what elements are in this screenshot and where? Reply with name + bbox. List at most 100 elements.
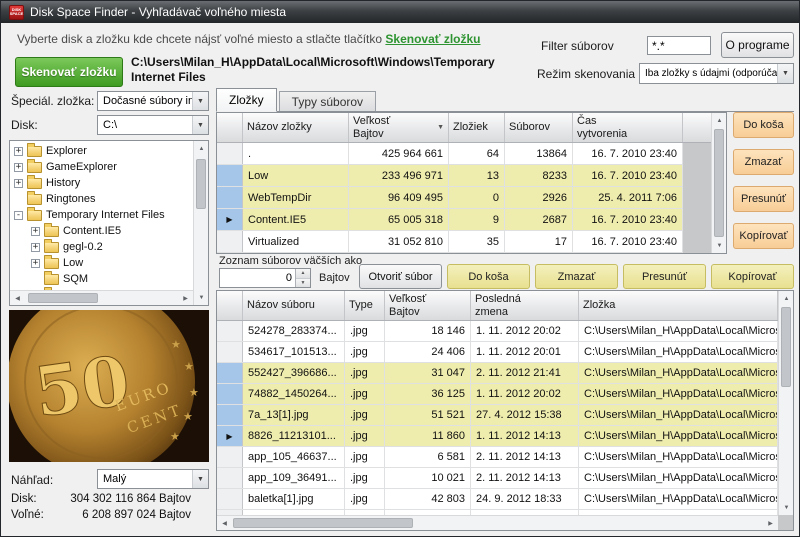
file-row[interactable]: 534617_101513....jpg24 4061. 11. 2012 20… (217, 342, 778, 363)
expand-icon[interactable]: + (14, 147, 23, 156)
tree-item[interactable]: +gegl-0.2 (10, 239, 193, 255)
scroll-left-icon[interactable]: ◀ (217, 516, 232, 531)
tree-item[interactable]: +Explorer (10, 143, 193, 159)
min-size-input[interactable]: 0 ▲ ▼ (219, 268, 311, 288)
tree-vertical-scrollbar[interactable]: ▲ ▼ (193, 141, 208, 305)
scroll-down-icon[interactable]: ▼ (194, 290, 209, 305)
file-row[interactable]: app_105_46637....jpg6 5812. 11. 2012 14:… (217, 447, 778, 468)
expand-icon[interactable]: + (31, 243, 40, 252)
folder-row[interactable]: Virtualized31 052 810351716. 7. 2010 23:… (217, 231, 683, 253)
column-header[interactable]: Type (345, 291, 385, 320)
column-header[interactable]: Posledná zmena (471, 291, 579, 320)
row-selector[interactable] (217, 165, 243, 186)
file-row[interactable]: app_109_36491....jpg10 0212. 11. 2012 14… (217, 468, 778, 489)
scrollbar-thumb[interactable] (28, 293, 98, 303)
tree-item[interactable]: Ringtones (10, 191, 193, 207)
scroll-down-icon[interactable]: ▼ (712, 238, 727, 253)
tree-item[interactable]: +Low (10, 255, 193, 271)
selected-row-arrow-icon[interactable]: ▶ (217, 209, 243, 230)
row-selector[interactable] (217, 468, 243, 488)
folder-action-delete-button[interactable]: Zmazať (733, 149, 794, 175)
expand-icon[interactable]: + (14, 163, 23, 172)
folders-vertical-scrollbar[interactable]: ▲ ▼ (711, 113, 726, 253)
row-selector[interactable] (217, 363, 243, 383)
row-selector[interactable] (217, 447, 243, 467)
row-selector[interactable] (217, 187, 243, 208)
files-vertical-scrollbar[interactable]: ▲ ▼ (778, 291, 793, 515)
folder-tree[interactable]: +Explorer+GameExplorer+HistoryRingtones-… (9, 140, 209, 306)
scroll-right-icon[interactable]: ▶ (763, 516, 778, 531)
tree-item[interactable]: +History (10, 175, 193, 191)
chevron-down-icon[interactable]: ▼ (192, 92, 208, 110)
titlebar[interactable]: DISK SPACE Disk Space Finder - Vyhľadáva… (1, 1, 799, 23)
files-grid[interactable]: Názov súboruTypeVeľkosť BajtovPosledná z… (216, 290, 794, 531)
scan-mode-select[interactable]: Iba zložky s údajmi (odporúčané) ▼ (639, 63, 794, 84)
filter-input[interactable] (647, 36, 711, 55)
column-header[interactable]: Názov súboru (243, 291, 345, 320)
file-row[interactable]: 74882_1450264....jpg36 1251. 11. 2012 20… (217, 384, 778, 405)
file-row[interactable]: baletka[1].jpg.jpg42 80324. 9. 2012 18:3… (217, 489, 778, 510)
tree-item[interactable]: -Temporary Internet Files (10, 207, 193, 223)
folder-row[interactable]: .425 964 661641386416. 7. 2010 23:40 (217, 143, 683, 165)
file-action-trash-button[interactable]: Do koša (447, 264, 530, 289)
scrollbar-thumb[interactable] (714, 129, 724, 237)
column-header[interactable]: Veľkosť Bajtov (385, 291, 471, 320)
file-row[interactable]: 552427_396686....jpg31 0472. 11. 2012 21… (217, 363, 778, 384)
file-action-copy-button[interactable]: Kopírovať (711, 264, 794, 289)
collapse-icon[interactable]: - (14, 211, 23, 220)
column-header[interactable]: Čas vytvorenia (573, 113, 683, 142)
folder-row[interactable]: Low233 496 97113823316. 7. 2010 23:40 (217, 165, 683, 187)
open-file-button[interactable]: Otvoriť súbor (359, 264, 442, 289)
tab-folders[interactable]: Zložky (216, 88, 277, 112)
scroll-left-icon[interactable]: ◀ (10, 291, 25, 306)
special-folder-select[interactable]: Dočasné súbory inter ▼ (97, 91, 209, 111)
file-action-move-button[interactable]: Presunúť (623, 264, 706, 289)
chevron-down-icon[interactable]: ▼ (192, 116, 208, 134)
scrollbar-thumb[interactable] (196, 159, 206, 209)
folder-row[interactable]: WebTempDir96 409 4950292625. 4. 2011 7:0… (217, 187, 683, 209)
file-row[interactable]: 7a_13[1].jpg.jpg51 52127. 4. 2012 15:38C… (217, 405, 778, 426)
folder-action-trash-button[interactable]: Do koša (733, 112, 794, 138)
scroll-right-icon[interactable]: ▶ (178, 291, 193, 306)
chevron-down-icon[interactable]: ▼ (777, 64, 793, 83)
expand-icon[interactable]: + (31, 259, 40, 268)
tree-item[interactable]: SQM (10, 271, 193, 287)
scrollbar-thumb[interactable] (233, 518, 413, 528)
column-header[interactable]: Súborov (505, 113, 573, 142)
row-selector[interactable] (217, 405, 243, 425)
files-horizontal-scrollbar[interactable]: ◀ ▶ (217, 515, 778, 530)
row-selector[interactable] (217, 384, 243, 404)
folder-row[interactable]: ▶Content.IE565 005 3189268716. 7. 2010 2… (217, 209, 683, 231)
scroll-up-icon[interactable]: ▲ (712, 113, 727, 128)
disk-select[interactable]: C:\ ▼ (97, 115, 209, 135)
folder-action-move-button[interactable]: Presunúť (733, 186, 794, 212)
spinner-up-icon[interactable]: ▲ (296, 269, 310, 278)
scroll-down-icon[interactable]: ▼ (779, 500, 794, 515)
file-row[interactable]: ▶8826_11213101....jpg11 8601. 11. 2012 1… (217, 426, 778, 447)
row-selector[interactable] (217, 489, 243, 509)
selected-row-arrow-icon[interactable]: ▶ (217, 426, 243, 446)
tab-file-types[interactable]: Typy súborov (279, 91, 376, 111)
scroll-up-icon[interactable]: ▲ (194, 141, 209, 156)
preview-size-select[interactable]: Malý ▼ (97, 469, 209, 489)
file-action-delete-button[interactable]: Zmazať (535, 264, 618, 289)
folders-grid[interactable]: Názov zložkyVeľkosť Bajtov▼ZložiekSúboro… (216, 112, 727, 254)
row-selector[interactable] (217, 321, 243, 341)
scan-folder-button[interactable]: Skenovať zložku (15, 57, 123, 87)
scrollbar-thumb[interactable] (781, 307, 791, 387)
about-button[interactable]: O programe (721, 32, 794, 58)
column-header[interactable]: Zložka (579, 291, 778, 320)
column-header[interactable]: Názov zložky (243, 113, 349, 142)
file-row[interactable]: 524278_283374....jpg18 1461. 11. 2012 20… (217, 321, 778, 342)
row-selector[interactable] (217, 143, 243, 164)
tree-horizontal-scrollbar[interactable]: ◀ ▶ (10, 290, 193, 305)
row-selector[interactable] (217, 342, 243, 362)
folder-action-copy-button[interactable]: Kopírovať (733, 223, 794, 249)
column-header[interactable]: Veľkosť Bajtov▼ (349, 113, 449, 142)
tree-item[interactable]: +GameExplorer (10, 159, 193, 175)
tree-item[interactable]: +Content.IE5 (10, 223, 193, 239)
chevron-down-icon[interactable]: ▼ (192, 470, 208, 488)
expand-icon[interactable]: + (31, 227, 40, 236)
column-header[interactable]: Zložiek (449, 113, 505, 142)
spinner-down-icon[interactable]: ▼ (296, 278, 310, 288)
